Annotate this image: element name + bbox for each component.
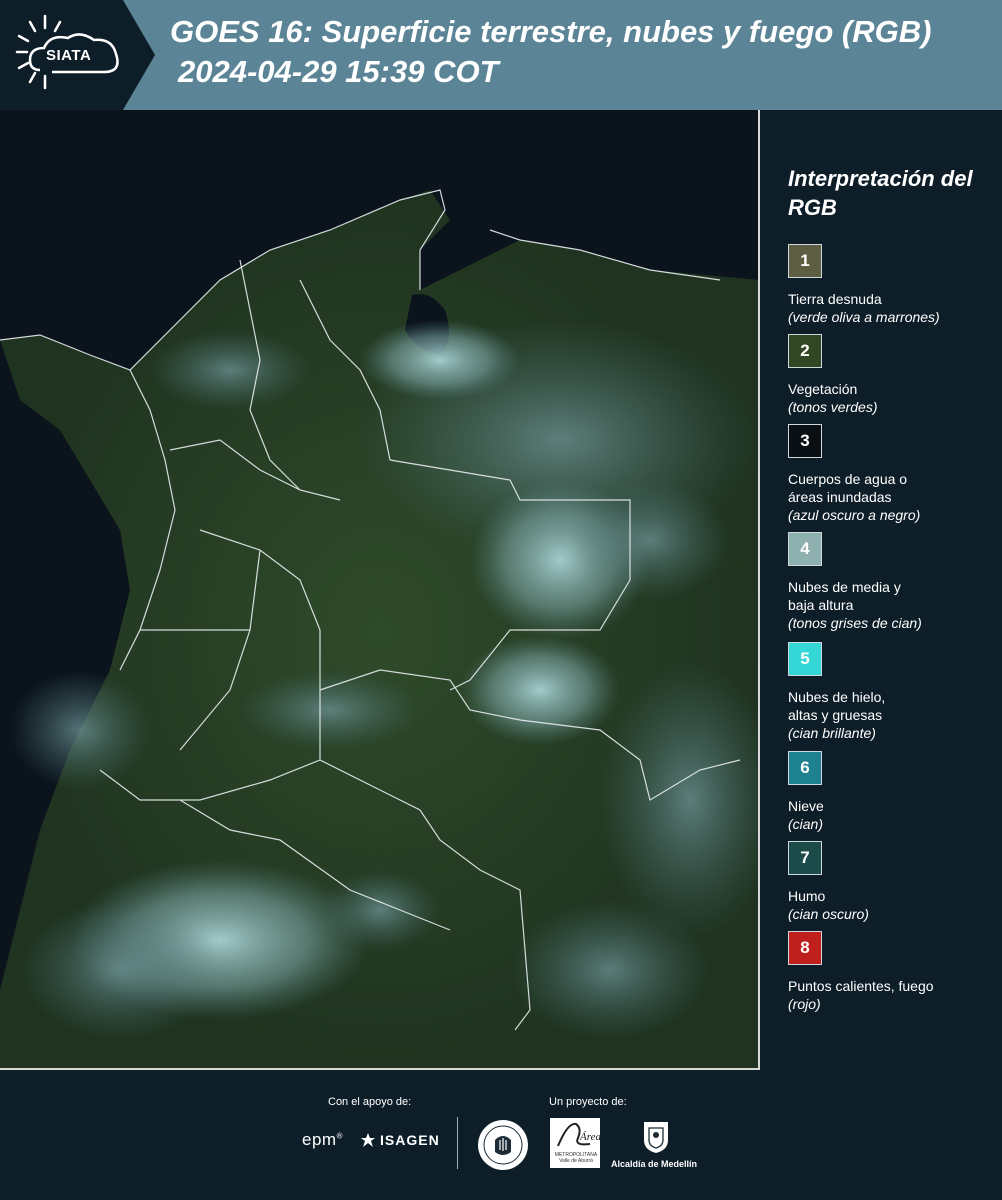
header: SIATA GOES 16: Superficie terrestre, nub… bbox=[0, 0, 1002, 110]
support-label: Con el apoyo de: bbox=[328, 1096, 412, 1108]
legend-label: Puntos calientes, fuego bbox=[788, 978, 934, 994]
footer-divider bbox=[457, 1117, 458, 1169]
legend-swatch: 6 bbox=[788, 751, 822, 785]
legend-note: (tonos grises de cian) bbox=[788, 615, 922, 631]
footer: Con el apoyo de: Un proyecto de: epm® IS… bbox=[0, 1072, 1002, 1200]
area-subtitle: METROPOLITANA Valle de Aburrá bbox=[554, 1152, 598, 1164]
legend-swatch: 2 bbox=[788, 334, 822, 368]
legend-item-6: 6 Nieve (cian) bbox=[788, 751, 998, 833]
legend-swatch: 3 bbox=[788, 424, 822, 458]
legend-item-7: 7 Humo (cian oscuro) bbox=[788, 841, 998, 923]
legend-label: Cuerpos de agua o áreas inundadas bbox=[788, 471, 908, 505]
isagen-icon bbox=[361, 1133, 375, 1147]
legend-label: Humo bbox=[788, 888, 826, 904]
legend-note: (rojo) bbox=[788, 996, 821, 1012]
legend-swatch: 5 bbox=[788, 642, 822, 676]
legend-note: (cian) bbox=[788, 816, 824, 832]
legend-note: (tonos verdes) bbox=[788, 399, 878, 415]
legend-label: Nubes de media y baja altura bbox=[788, 579, 901, 613]
legend-item-3: 3 Cuerpos de agua o áreas inundadas (azu… bbox=[788, 424, 998, 524]
legend-item-4: 4 Nubes de media y baja altura (tonos gr… bbox=[788, 532, 998, 632]
area-name: Área bbox=[579, 1131, 600, 1143]
legend-item-5: 5 Nubes de hielo, altas y gruesas (cian … bbox=[788, 642, 998, 742]
satellite-map bbox=[0, 110, 760, 1070]
brand-block: SIATA bbox=[0, 0, 155, 110]
area-metropolitana-logo[interactable]: Área METROPOLITANA Valle de Aburrá bbox=[550, 1118, 600, 1168]
legend-item-8: 8 Puntos calientes, fuego (rojo) bbox=[788, 931, 998, 1013]
legend-swatch: 8 bbox=[788, 931, 822, 965]
epm-logo-text: epm bbox=[302, 1130, 337, 1149]
registered-mark-icon: ® bbox=[336, 1131, 343, 1141]
legend-item-2: 2 Vegetación (tonos verdes) bbox=[788, 334, 998, 416]
satellite-image bbox=[0, 110, 758, 1068]
legend-label: Nieve bbox=[788, 798, 824, 814]
legend-label: Tierra desnuda bbox=[788, 291, 882, 307]
legend-title: Interpretación del RGB bbox=[788, 166, 973, 220]
timestamp: 2024-04-29 15:39 COT bbox=[178, 54, 499, 89]
legend-label: Nubes de hielo, altas y gruesas bbox=[788, 689, 886, 723]
legend-swatch: 7 bbox=[788, 841, 822, 875]
area-logo-mark-icon: Área bbox=[557, 1122, 600, 1147]
legend-swatch: 1 bbox=[788, 244, 822, 278]
legend-note: (cian oscuro) bbox=[788, 906, 869, 922]
gobernacion-seal-icon[interactable] bbox=[476, 1118, 530, 1172]
alcaldia-label: Alcaldía de Medellín bbox=[611, 1159, 698, 1169]
page-title: GOES 16: Superficie terrestre, nubes y f… bbox=[170, 14, 932, 49]
alcaldia-shield-icon[interactable] bbox=[640, 1118, 672, 1154]
siata-logo-text: SIATA bbox=[46, 47, 92, 64]
legend-label: Vegetación bbox=[788, 381, 858, 397]
legend-note: (verde oliva a marrones) bbox=[788, 309, 940, 325]
legend-swatch: 4 bbox=[788, 532, 822, 566]
epm-logo[interactable]: epm® bbox=[302, 1130, 343, 1150]
legend-item-1: 1 Tierra desnuda (verde oliva a marrones… bbox=[788, 244, 998, 326]
legend-panel: Interpretación del RGB 1 Tierra desnuda … bbox=[762, 110, 1002, 1070]
legend-note: (cian brillante) bbox=[788, 725, 876, 741]
isagen-logo[interactable]: ISAGEN bbox=[360, 1132, 440, 1148]
project-label: Un proyecto de: bbox=[549, 1096, 627, 1108]
isagen-logo-text: ISAGEN bbox=[380, 1132, 440, 1148]
legend-note: (azul oscuro a negro) bbox=[788, 507, 921, 523]
